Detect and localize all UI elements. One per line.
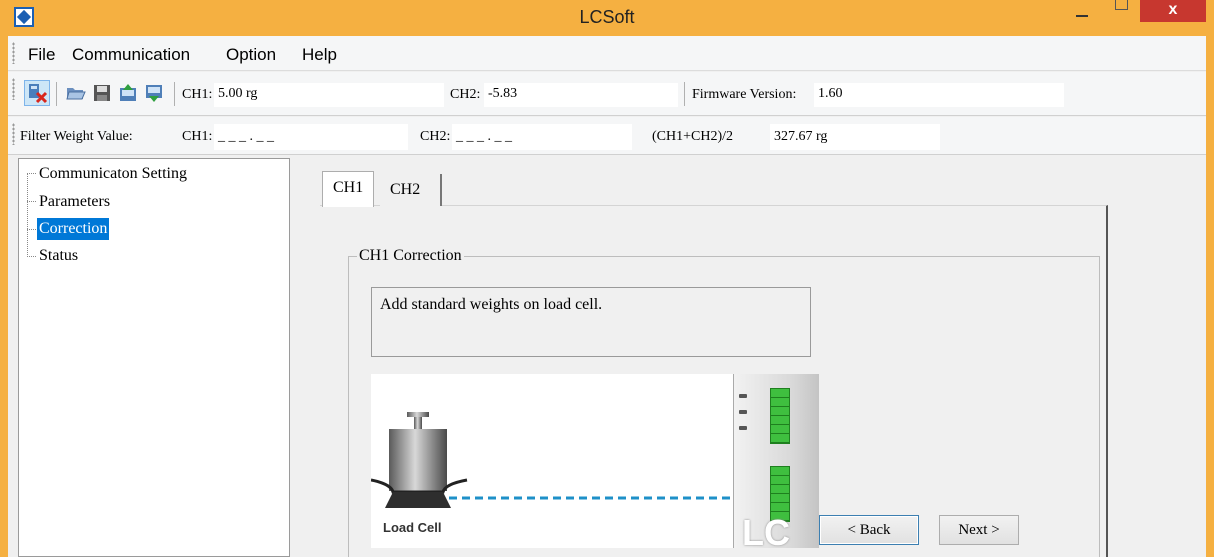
tree-connector [27,256,36,257]
ch1-value-field: 5.00 rg [214,83,444,107]
ch1-label: CH1: [182,87,213,102]
filter-ch1-label: CH1: [182,129,213,144]
ch1-correction-group: CH1 Correction Add standard weights on l… [348,247,1100,557]
menu-file-label: File [28,45,56,64]
lc-logo: LC [742,512,790,553]
menu-option-label: Option [226,45,277,64]
firmware-value-field: 1.60 [814,83,1064,107]
instruction-message: Add standard weights on load cell. [371,287,811,357]
open-folder-icon[interactable] [66,83,86,103]
status-led-icon [739,394,747,398]
load-cell-label: Load Cell [383,520,442,535]
download-icon[interactable] [144,83,164,103]
disconnect-icon[interactable] [24,80,50,106]
ch2-value-field: -5.83 [484,83,678,107]
app-window: LCSoft x File Communication Option Help [0,0,1214,557]
filterbar-grip-icon [12,123,15,145]
tree-item-communication-setting[interactable]: Communicaton Setting [37,163,189,185]
filter-weight-label: Filter Weight Value: [20,129,133,144]
toolbar-separator [684,82,685,106]
lc-module-device: LC [733,374,819,553]
window-title: LCSoft [579,7,635,27]
filter-ch2-value: _ _ _ . _ _ [452,124,632,150]
filter-weight-bar: Filter Weight Value: CH1: _ _ _ . _ _ CH… [8,117,1206,155]
close-button[interactable]: x [1140,0,1206,22]
toolbar-separator [174,82,175,106]
upload-icon[interactable] [118,83,138,103]
next-button[interactable]: Next > [939,515,1019,545]
tree-connector [27,229,36,230]
menu-file[interactable]: File [28,45,55,65]
ch2-label: CH2: [450,87,481,102]
menu-communication-label: Communication [72,45,191,64]
tree-item-correction[interactable]: Correction [37,218,110,240]
menu-grip-icon [12,42,15,64]
toolbar-grip-icon [12,78,15,100]
tree-item-parameters[interactable]: Parameters [37,191,112,213]
maximize-button[interactable] [1115,0,1128,10]
toolbar-separator [56,82,57,106]
menu-help[interactable]: Help [302,45,337,65]
filter-avg-value: 327.67 rg [770,124,940,150]
tree-connector [27,201,36,202]
tab-panel-ch1: CH1 Correction Add standard weights on l… [320,205,1108,557]
group-title: CH1 Correction [357,247,464,265]
menu-communication[interactable]: Communication [72,45,190,65]
tree-connector [27,173,36,174]
filter-ch1-value: _ _ _ . _ _ [214,124,408,150]
status-led-icon [739,426,747,430]
filter-ch2-label: CH2: [420,129,451,144]
title-bar[interactable]: LCSoft x [0,0,1214,36]
back-button[interactable]: < Back [819,515,919,545]
menu-bar: File Communication Option Help [8,36,1206,71]
save-icon[interactable] [92,83,112,103]
terminal-block-icon [770,388,790,444]
tab-ch2[interactable]: CH2 [380,174,442,206]
menu-option[interactable]: Option [226,45,276,65]
tree-connector [27,173,28,257]
status-led-icon [739,410,747,414]
tabs-area: CH1 Correction Add standard weights on l… [298,158,1206,557]
tab-ch1[interactable]: CH1 [322,171,374,207]
firmware-label: Firmware Version: [692,87,797,102]
navigation-tree: Communicaton Setting Parameters Correcti… [18,158,290,557]
tree-item-status[interactable]: Status [37,245,80,267]
filter-avg-label: (CH1+CH2)/2 [652,129,734,144]
minimize-button[interactable] [1076,6,1088,20]
load-cell-illustration: Load Cell LC [370,374,819,553]
menu-help-label: Help [302,45,337,64]
toolbar: CH1: 5.00 rg CH2: -5.83 Firmware Version… [8,72,1206,116]
